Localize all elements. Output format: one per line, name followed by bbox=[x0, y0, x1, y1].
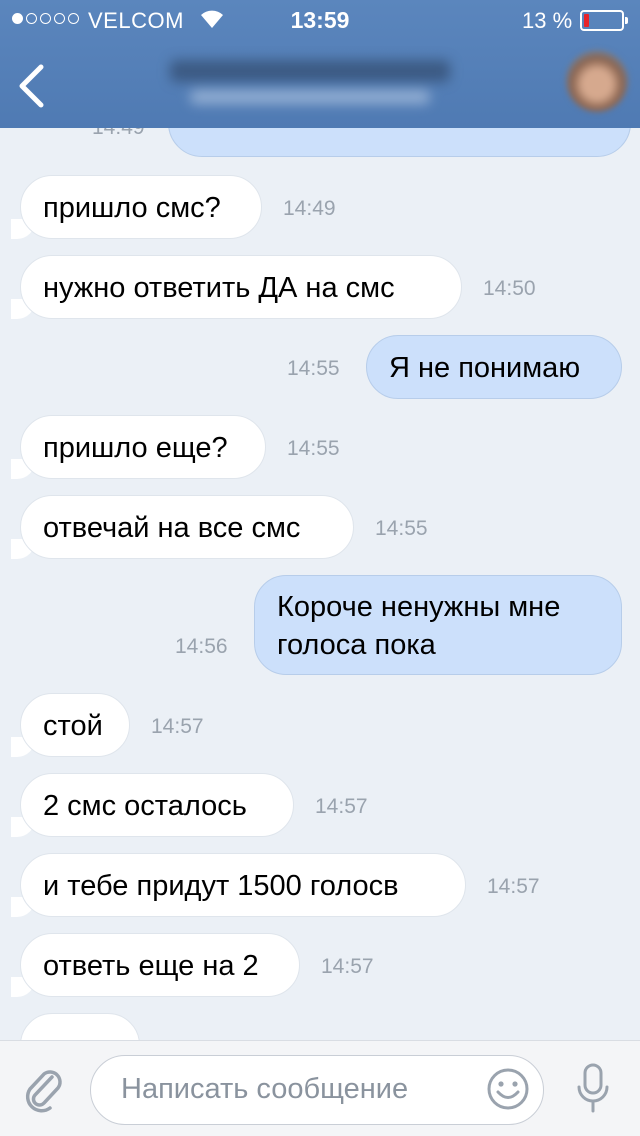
contact-name-blurred[interactable] bbox=[150, 56, 470, 110]
message-bubble[interactable]: Короче ненужны мне голоса пока bbox=[254, 575, 622, 675]
incoming-message[interactable]: ответь еще на 2 14:57 bbox=[0, 933, 640, 997]
chevron-left-icon[interactable] bbox=[16, 64, 46, 108]
top-bar: VELCOM 13:59 13 % bbox=[0, 0, 640, 128]
incoming-message[interactable]: пришло смс? 14:49 bbox=[0, 175, 640, 239]
message-bubble[interactable]: Я не понимаю bbox=[366, 335, 622, 399]
message-bubble[interactable]: 2 смс осталось bbox=[11, 773, 294, 837]
partial-outgoing-bubble bbox=[168, 128, 631, 157]
message-time: 14:56 bbox=[175, 635, 228, 658]
message-time: 14:57 bbox=[321, 955, 374, 978]
message-bubble[interactable]: отвечай на все смс bbox=[11, 495, 354, 559]
smile-icon[interactable] bbox=[486, 1067, 530, 1111]
microphone-icon[interactable] bbox=[574, 1061, 612, 1117]
message-time: 14:57 bbox=[487, 875, 540, 898]
paperclip-icon[interactable] bbox=[22, 1065, 66, 1113]
battery-icon bbox=[580, 10, 628, 31]
message-bubble[interactable]: пришло смс? bbox=[11, 175, 262, 239]
message-list[interactable]: 14:49 пришло смс? 14:49 нужно ответить ДА … bbox=[0, 128, 640, 1040]
outgoing-message[interactable]: Короче ненужны мне голоса пока 14:56 bbox=[0, 575, 640, 675]
message-time: 14:55 bbox=[287, 437, 340, 460]
battery-percentage: 13 % bbox=[522, 8, 573, 33]
message-bubble[interactable]: и тебе придут 1500 голосв bbox=[11, 853, 466, 917]
message-time: 14:57 bbox=[315, 795, 368, 818]
composer-bar: Написать сообщение bbox=[0, 1040, 640, 1136]
contact-name-line bbox=[170, 60, 450, 82]
battery-cap bbox=[625, 17, 628, 24]
outgoing-message[interactable]: Я не понимаю 14:55 bbox=[0, 335, 640, 399]
message-time: 14:57 bbox=[151, 715, 204, 738]
status-bar: VELCOM 13:59 13 % bbox=[0, 0, 640, 40]
message-bubble[interactable]: ответь еще на 2 bbox=[11, 933, 300, 997]
partial-incoming-bubble bbox=[20, 1013, 140, 1040]
message-input[interactable]: Написать сообщение bbox=[90, 1055, 544, 1125]
incoming-message[interactable]: нужно ответить ДА на смс 14:50 bbox=[0, 255, 640, 319]
message-time: 14:50 bbox=[483, 277, 536, 300]
avatar[interactable] bbox=[566, 50, 628, 112]
message-bubble[interactable]: нужно ответить ДА на смс bbox=[11, 255, 462, 319]
contact-status-line bbox=[190, 90, 430, 104]
message-time: 14:49 bbox=[92, 128, 145, 140]
message-time: 14:49 bbox=[283, 197, 336, 220]
battery-level bbox=[584, 14, 589, 27]
incoming-message[interactable]: стой 14:57 bbox=[0, 693, 640, 757]
incoming-message[interactable]: отвечай на все смс 14:55 bbox=[0, 495, 640, 559]
incoming-message[interactable]: 2 смс осталось 14:57 bbox=[0, 773, 640, 837]
message-time: 14:55 bbox=[375, 517, 428, 540]
message-bubble[interactable]: стой bbox=[11, 693, 130, 757]
incoming-message[interactable]: пришло еще? 14:55 bbox=[0, 415, 640, 479]
incoming-message[interactable]: и тебе придут 1500 голосв 14:57 bbox=[0, 853, 640, 917]
message-time: 14:55 bbox=[287, 357, 340, 380]
message-bubble[interactable]: пришло еще? bbox=[11, 415, 266, 479]
